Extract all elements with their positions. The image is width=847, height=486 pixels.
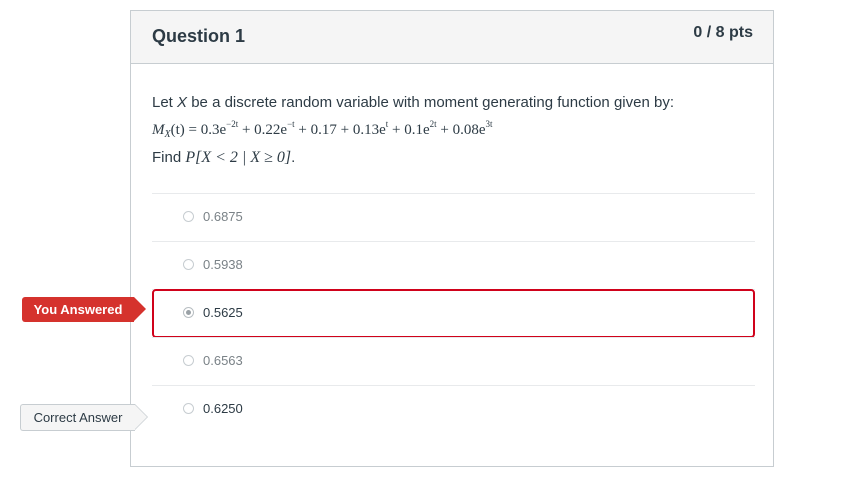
- mgf-equation: MX(t) = 0.3e−2t + 0.22e−t + 0.17 + 0.13e…: [152, 113, 752, 146]
- mgf-exp-2: −t: [287, 119, 295, 129]
- question-points: 0 / 8 pts: [693, 24, 753, 41]
- answer-label: 0.5625: [203, 305, 243, 320]
- find-label: Find: [152, 149, 186, 166]
- radio-button-checked[interactable]: [183, 307, 194, 318]
- mgf-exp-5: 3t: [485, 119, 493, 129]
- mgf-term-1: (t) = 0.3e: [170, 122, 227, 138]
- question-variable: X: [177, 94, 188, 111]
- answer-label: 0.6563: [203, 353, 243, 368]
- find-expression: P[X < 2 | X ≥ 0]: [185, 149, 292, 166]
- radio-button[interactable]: [183, 211, 194, 222]
- answer-option-selected[interactable]: 0.5625: [152, 289, 755, 338]
- correct-answer-flag: Correct Answer: [20, 404, 148, 431]
- mgf-lhs: M: [152, 122, 165, 138]
- question-card: Question 1 0 / 8 pts Let X be a discrete…: [130, 10, 774, 467]
- mgf-term-2: + 0.22e: [238, 122, 288, 138]
- mgf-term-3: + 0.17 + 0.13e: [294, 122, 386, 138]
- question-text-suffix: be a discrete random variable with momen…: [187, 94, 674, 111]
- mgf-term-4: + 0.1e: [388, 122, 430, 138]
- find-period: .: [291, 149, 296, 166]
- radio-button[interactable]: [183, 355, 194, 366]
- question-text: Let X be a discrete random variable with…: [152, 93, 752, 113]
- answer-option[interactable]: 0.6563: [152, 337, 755, 385]
- question-text-prefix: Let: [152, 94, 178, 111]
- answer-label: 0.5938: [203, 257, 243, 272]
- answer-label: 0.6875: [203, 209, 243, 224]
- answer-option[interactable]: 0.6875: [152, 193, 755, 241]
- find-line: Find P[X < 2 | X ≥ 0].: [152, 146, 752, 170]
- mgf-exp-1: −2t: [226, 119, 239, 129]
- answer-option[interactable]: 0.5938: [152, 241, 755, 289]
- answer-list: 0.6875 0.5938 0.5625 0.6563 0.6250: [152, 193, 755, 433]
- answer-label: 0.6250: [203, 401, 243, 416]
- question-header: Question 1 0 / 8 pts: [131, 11, 773, 64]
- radio-button[interactable]: [183, 259, 194, 270]
- you-answered-flag: You Answered: [22, 297, 146, 322]
- mgf-term-5: + 0.08e: [436, 122, 486, 138]
- question-title: Question 1: [152, 26, 246, 46]
- question-body: Let X be a discrete random variable with…: [152, 93, 752, 170]
- mgf-exp-4: 2t: [429, 119, 437, 129]
- answer-option-correct[interactable]: 0.6250: [152, 385, 755, 433]
- radio-button[interactable]: [183, 403, 194, 414]
